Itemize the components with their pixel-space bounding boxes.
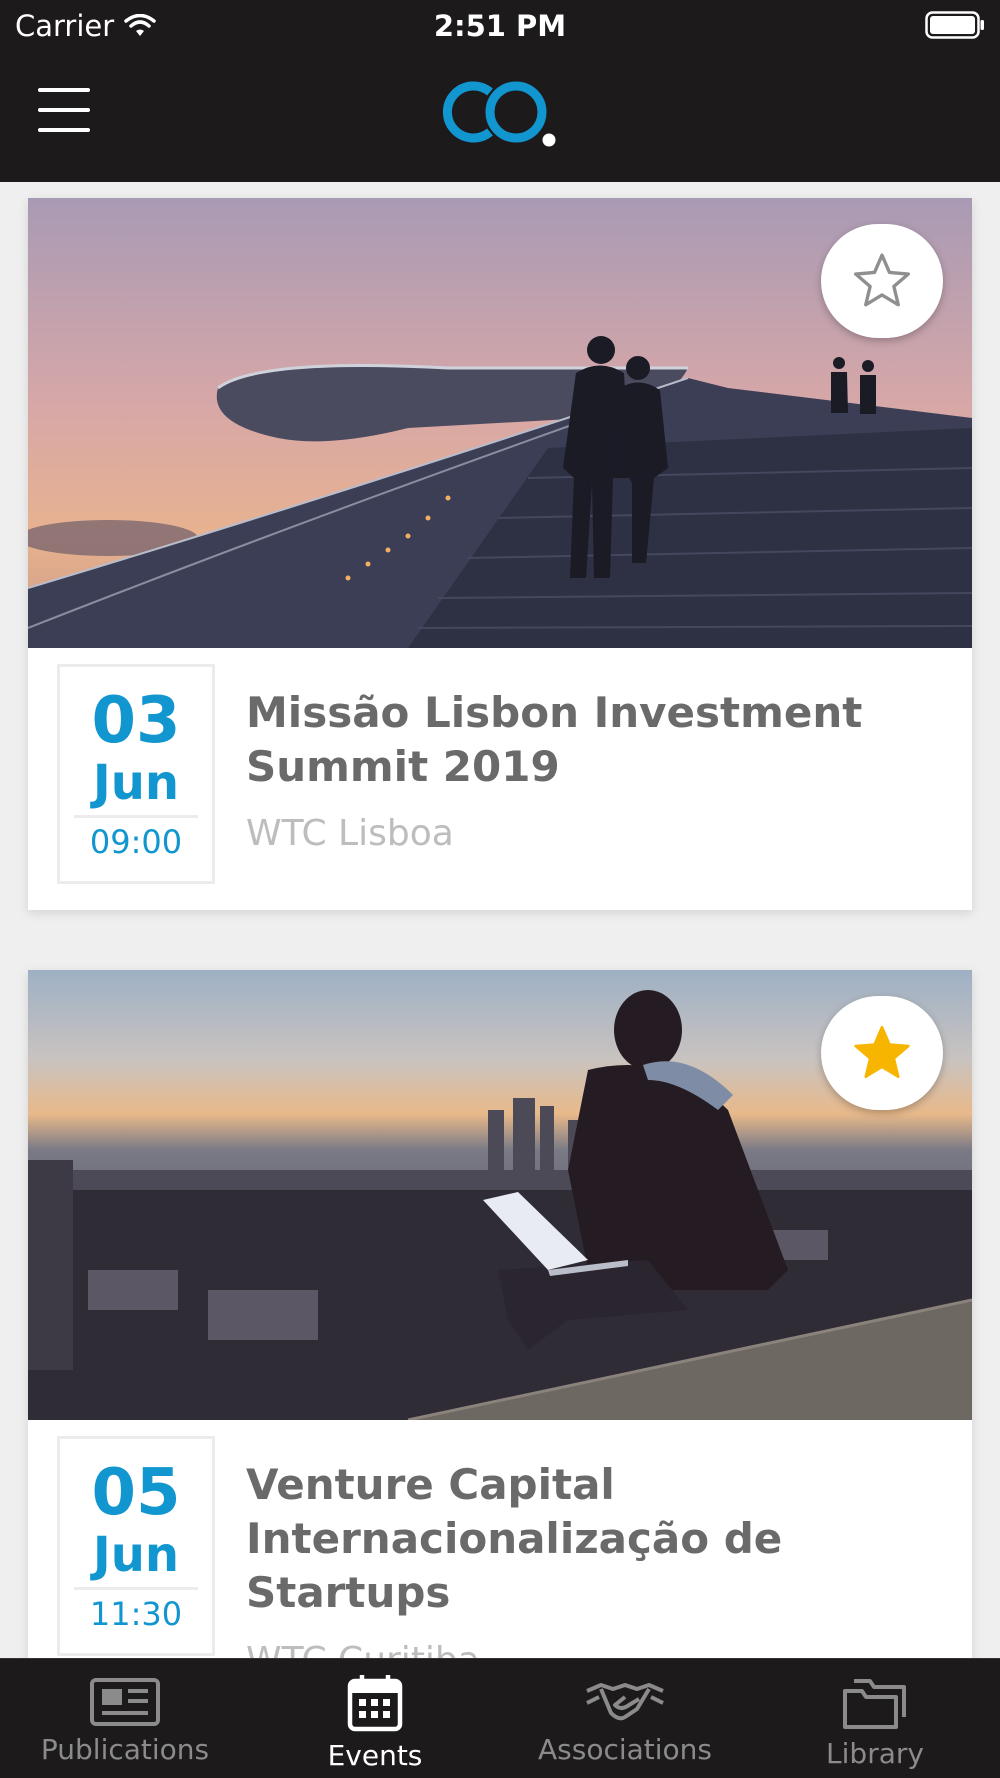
handshake-icon: [586, 1683, 664, 1721]
event-card[interactable]: 05 Jun 11:30 Venture Capital Internacion…: [28, 970, 972, 1658]
menu-button[interactable]: [38, 88, 90, 132]
event-date: 03 Jun 09:00: [57, 664, 215, 884]
calendar-icon: [347, 1675, 403, 1732]
app-logo: [442, 81, 556, 147]
tab-associations-label: Associations: [537, 1733, 712, 1766]
event-location: WTC Curitiba: [246, 1640, 480, 1658]
events-feed[interactable]: 03 Jun 09:00 Missão Lisbon Investment Su…: [0, 182, 1000, 1658]
event-location: WTC Lisboa: [246, 813, 454, 854]
event-time: 11:30: [89, 1595, 183, 1633]
status-bar: Carrier 2:51 PM: [0, 0, 1000, 50]
tab-library-label: Library: [826, 1737, 924, 1770]
tab-associations[interactable]: Associations: [500, 1659, 750, 1778]
folder-icon: [843, 1679, 906, 1729]
event-details: 05 Jun 11:30 Venture Capital Internacion…: [28, 1420, 972, 1658]
tab-publications-label: Publications: [40, 1733, 210, 1766]
hamburger-icon: [38, 88, 90, 92]
tab-library[interactable]: Library: [750, 1659, 1000, 1778]
tab-publications[interactable]: Publications: [0, 1659, 250, 1778]
battery-icon: [925, 11, 984, 39]
favorite-button[interactable]: [821, 224, 943, 338]
event-time: 09:00: [89, 823, 183, 861]
tab-events-label: Events: [327, 1739, 423, 1772]
event-details: 03 Jun 09:00 Missão Lisbon Investment Su…: [28, 648, 972, 910]
event-day: 03: [91, 684, 181, 758]
event-day: 05: [91, 1456, 181, 1530]
star-outline-icon: [853, 253, 911, 307]
event-card[interactable]: 03 Jun 09:00 Missão Lisbon Investment Su…: [28, 198, 972, 910]
favorite-button[interactable]: [821, 996, 943, 1110]
status-time: 2:51 PM: [433, 9, 567, 43]
event-month: Jun: [92, 755, 180, 811]
event-date: 05 Jun 11:30: [57, 1436, 215, 1656]
date-divider: [74, 815, 198, 818]
newspaper-icon: [90, 1678, 160, 1726]
event-title[interactable]: Missão Lisbon Investment Summit 2019: [246, 686, 906, 794]
star-filled-icon: [854, 1025, 910, 1079]
event-image: [28, 970, 972, 1420]
event-month: Jun: [92, 1527, 180, 1583]
event-title[interactable]: Venture Capital Internacionalização de S…: [246, 1458, 906, 1620]
date-divider: [74, 1587, 198, 1590]
bottom-tab-bar: Publications Events Associations Library: [0, 1658, 1000, 1778]
tab-events[interactable]: Events: [250, 1659, 500, 1778]
app-header: [0, 50, 1000, 182]
event-image: [28, 198, 972, 648]
